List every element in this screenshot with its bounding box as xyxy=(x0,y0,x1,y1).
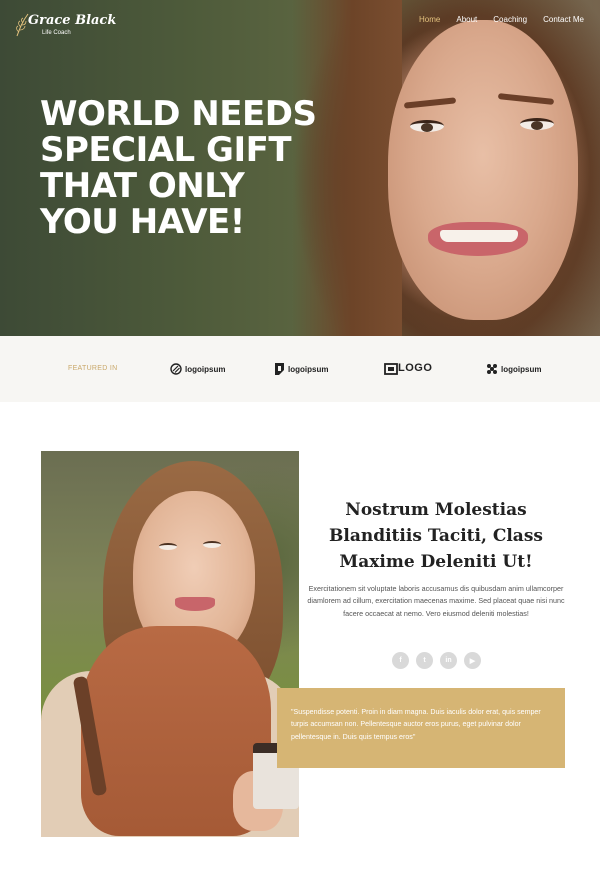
linkedin-icon[interactable]: in xyxy=(440,652,457,669)
hero-face xyxy=(388,20,578,320)
intro-title: Nostrum Molestias Blanditiis Taciti, Cla… xyxy=(329,500,543,572)
brand-logo[interactable]: Grace Black Life Coach xyxy=(14,12,116,38)
hero-eye-left xyxy=(410,120,444,132)
partner-logo-1: logoipsum xyxy=(170,362,225,376)
nav-coaching[interactable]: Coaching xyxy=(493,15,527,24)
portrait-photo xyxy=(41,451,299,837)
testimonial-quote: "Suspendisse potenti. Proin in diam magn… xyxy=(277,688,565,768)
partner-logo-text: logoipsum xyxy=(185,364,226,374)
headline-line: YOU HAVE! xyxy=(40,202,245,242)
hero-headline: WORLD NEEDS SPECIAL GIFT THAT ONLY YOU H… xyxy=(40,96,340,240)
cluster-logo-icon xyxy=(487,364,497,374)
main-nav: Home About Coaching Contact Me xyxy=(419,15,584,24)
portrait-eye-left xyxy=(159,543,177,550)
circle-slash-logo-icon xyxy=(170,363,182,375)
headline-line: THAT ONLY xyxy=(40,166,245,206)
partner-logo-4: logoipsum xyxy=(486,362,541,376)
hero-teeth xyxy=(440,230,518,242)
youtube-icon[interactable]: ▶ xyxy=(464,652,481,669)
portrait-eye-right xyxy=(203,541,221,548)
headline-line: SPECIAL GIFT xyxy=(40,130,292,170)
hero-eye-right xyxy=(520,118,554,130)
facebook-icon[interactable]: f xyxy=(392,652,409,669)
partner-logo-text: logoipsum xyxy=(288,364,329,374)
nav-about[interactable]: About xyxy=(456,15,477,24)
portrait-smile xyxy=(175,597,215,611)
featured-in-strip: FEATURED IN logoipsum logoipsum LOGO log… xyxy=(0,336,600,402)
intro-body: Exercitationem sit voluptate laboris acc… xyxy=(307,584,565,618)
nav-home[interactable]: Home xyxy=(419,15,440,24)
headline-line: WORLD NEEDS xyxy=(40,94,317,134)
partner-logo-3: LOGO xyxy=(384,362,434,376)
bracket-logo-icon xyxy=(275,363,284,375)
nav-contact[interactable]: Contact Me xyxy=(543,15,584,24)
partner-logo-text: LOGO xyxy=(398,362,433,374)
brand-tagline: Life Coach xyxy=(42,30,71,36)
hero-section: Grace Black Life Coach Home About Coachi… xyxy=(0,0,600,336)
social-links: f t in ▶ xyxy=(392,652,481,669)
partner-logo-text: logoipsum xyxy=(501,364,542,374)
brand-name: Grace Black xyxy=(28,13,117,28)
twitter-icon[interactable]: t xyxy=(416,652,433,669)
featured-label: FEATURED IN xyxy=(68,365,118,372)
partner-logo-2: logoipsum xyxy=(274,362,328,376)
